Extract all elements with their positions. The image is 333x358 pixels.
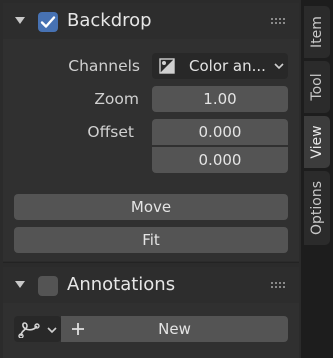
tab-tool[interactable]: Tool: [304, 61, 330, 113]
checkmark-icon: [40, 16, 56, 28]
fit-button[interactable]: Fit: [14, 227, 288, 253]
channels-label: Channels: [68, 57, 140, 75]
panel-divider: [3, 262, 299, 263]
chevron-down-icon: [47, 327, 57, 334]
plus-icon: [72, 323, 84, 335]
tab-options-label: Options: [309, 180, 325, 236]
drag-handle-icon[interactable]: [271, 18, 287, 26]
sidebar-panel-area: Backdrop Channels Color an... Zoom 1.00 …: [0, 0, 301, 358]
drag-handle-icon[interactable]: [271, 282, 287, 290]
offset-y-field[interactable]: 0.000: [152, 147, 288, 173]
backdrop-enable-checkbox[interactable]: [38, 12, 58, 32]
offset-label: Offset: [87, 123, 134, 141]
channels-value: Color an...: [189, 57, 266, 75]
zoom-field[interactable]: 1.00: [152, 86, 288, 112]
move-button[interactable]: Move: [14, 194, 288, 220]
new-annotation-label: New: [158, 320, 191, 338]
tab-item-label: Item: [309, 16, 325, 48]
tab-options[interactable]: Options: [304, 171, 330, 245]
annotation-stroke-icon: [18, 322, 40, 338]
tab-item[interactable]: Item: [304, 6, 330, 58]
annotations-panel-header[interactable]: Annotations: [3, 267, 299, 303]
annotation-data-browse-dropdown[interactable]: [14, 316, 61, 342]
new-annotation-button[interactable]: New: [61, 316, 288, 342]
chevron-down-icon[interactable]: [15, 281, 25, 288]
tab-view[interactable]: View: [304, 116, 330, 168]
tab-view-label: View: [309, 125, 325, 159]
chevron-down-icon: [274, 63, 284, 70]
tab-tool-label: Tool: [309, 73, 325, 101]
offset-x-field[interactable]: 0.000: [152, 119, 288, 145]
backdrop-panel-title: Backdrop: [67, 10, 152, 31]
backdrop-panel-header[interactable]: Backdrop: [3, 3, 299, 39]
sidebar-tabs: Item Tool View Options: [301, 0, 333, 358]
annotations-enable-checkbox[interactable]: [38, 276, 58, 296]
channels-dropdown[interactable]: Color an...: [152, 53, 288, 79]
image-channels-icon: [159, 58, 175, 74]
chevron-down-icon[interactable]: [15, 17, 25, 24]
annotations-panel-title: Annotations: [67, 274, 176, 295]
zoom-label: Zoom: [94, 90, 139, 108]
